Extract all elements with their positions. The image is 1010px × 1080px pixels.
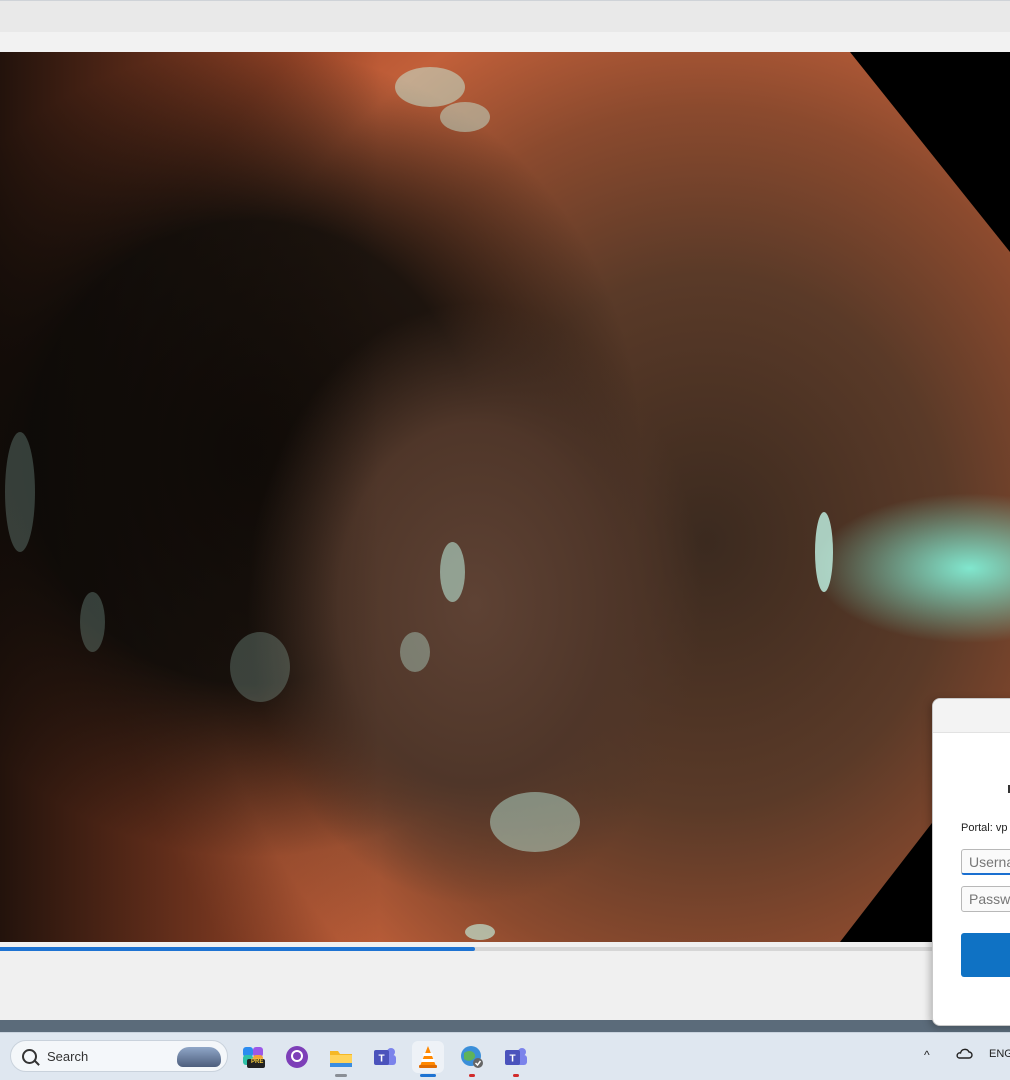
window-toolbar (0, 32, 1010, 52)
search-label: Search (47, 1049, 89, 1064)
onedrive-cloud-icon[interactable] (955, 1046, 973, 1063)
video-corner-mask (850, 52, 1010, 252)
teams-work-icon[interactable]: T (500, 1041, 532, 1077)
glint (395, 67, 465, 107)
video-frame[interactable] (0, 52, 1010, 942)
svg-text:T: T (378, 1054, 384, 1065)
window-title-bar (0, 0, 1010, 32)
dialog-title-bar (933, 699, 1010, 733)
taskbar-search[interactable]: Search (10, 1040, 228, 1072)
connect-button[interactable] (961, 933, 1010, 977)
vlc-icon[interactable] (412, 1041, 444, 1077)
copilot-pre-icon[interactable]: PRE (238, 1041, 270, 1073)
file-explorer-icon[interactable] (325, 1041, 357, 1077)
language-indicator[interactable]: ENG (989, 1048, 1010, 1060)
running-indicator (420, 1074, 436, 1077)
tray-overflow-chevron-icon[interactable]: ^ (924, 1048, 930, 1062)
glint (440, 102, 490, 132)
running-indicator (469, 1074, 475, 1077)
glint (465, 924, 495, 940)
svg-text:T: T (509, 1054, 515, 1065)
player-controls (0, 956, 1010, 1020)
glint (5, 432, 35, 552)
taskbar: Search PRE T T ^ ENG (0, 1032, 1010, 1080)
pre-badge: PRE (251, 1059, 264, 1065)
search-highlight-icon (177, 1047, 221, 1067)
seek-progress (0, 947, 475, 951)
username-input[interactable]: Userna (961, 849, 1010, 875)
globe-vpn-icon[interactable] (456, 1041, 488, 1077)
github-icon[interactable] (281, 1041, 313, 1073)
running-indicator (335, 1074, 347, 1077)
glint (490, 792, 580, 852)
seek-bar[interactable] (0, 942, 1010, 956)
vpn-login-dialog: Portal: vp Userna Passwo (932, 698, 1010, 1026)
portal-label: Portal: vp (961, 822, 1008, 834)
running-indicator (513, 1074, 519, 1077)
desktop-background (0, 1020, 1010, 1032)
password-input[interactable]: Passwo (961, 886, 1010, 912)
search-icon (22, 1049, 37, 1064)
glint (80, 592, 105, 652)
glint (440, 542, 465, 602)
glint (230, 632, 290, 702)
glint (815, 512, 833, 592)
glint (400, 632, 430, 672)
video-shadow (0, 52, 380, 942)
teams-icon[interactable]: T (369, 1041, 401, 1073)
